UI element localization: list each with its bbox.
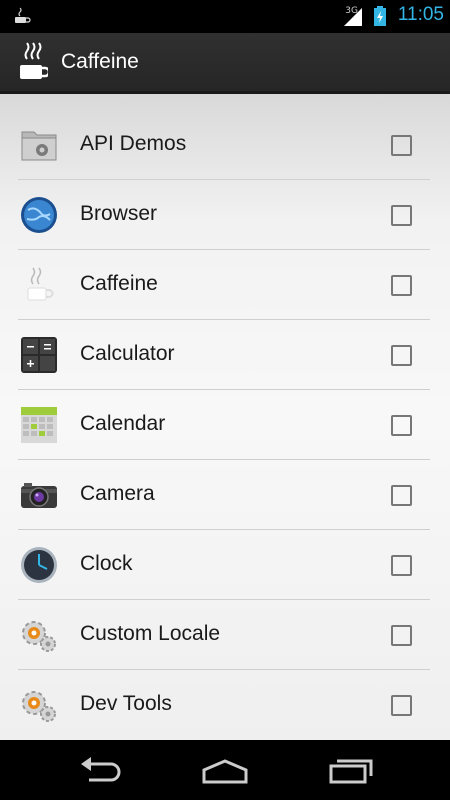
- status-bar: 3G 11:05: [0, 0, 450, 33]
- app-label: Calendar: [80, 412, 166, 435]
- app-checkbox[interactable]: [391, 345, 412, 366]
- battery-icon: [374, 6, 386, 26]
- app-label: Custom Locale: [80, 622, 221, 645]
- app-checkbox[interactable]: [391, 555, 412, 576]
- coffee-cup-icon: [20, 42, 48, 79]
- app-checkbox[interactable]: [391, 275, 412, 296]
- home-icon[interactable]: [200, 754, 250, 786]
- app-label: Dev Tools: [80, 692, 172, 715]
- list-item[interactable]: Calculator: [18, 320, 430, 390]
- app-label: Camera: [80, 482, 155, 505]
- list-item[interactable]: Custom Locale: [18, 600, 430, 670]
- recents-icon[interactable]: [327, 754, 377, 786]
- app-label: API Demos: [80, 132, 187, 155]
- gear-icon: [22, 621, 56, 652]
- app-checkbox[interactable]: [391, 485, 412, 506]
- app-label: Browser: [80, 202, 158, 225]
- folder-gear-icon: [21, 131, 57, 161]
- list-item[interactable]: API Demos: [18, 110, 430, 180]
- app-label: Calculator: [80, 342, 175, 365]
- app-checkbox[interactable]: [391, 625, 412, 646]
- coffee-cup-icon: [15, 7, 31, 23]
- list-item[interactable]: Browser: [18, 180, 430, 250]
- gear-icon: [22, 691, 56, 722]
- app-title: Caffeine: [61, 50, 139, 73]
- action-bar: Caffeine: [0, 33, 450, 94]
- calendar-icon: [21, 407, 57, 443]
- coffee-cup-icon: [27, 267, 54, 301]
- signal-icon: [344, 8, 362, 26]
- calculator-icon: [21, 337, 57, 373]
- app-checkbox[interactable]: [391, 695, 412, 716]
- app-checkbox[interactable]: [391, 135, 412, 156]
- app-checkbox[interactable]: [391, 415, 412, 436]
- back-icon[interactable]: [75, 754, 125, 786]
- list-item[interactable]: Calendar: [18, 390, 430, 460]
- camera-icon: [21, 483, 57, 508]
- clock-time: 11:05: [397, 4, 444, 25]
- app-list[interactable]: API Demos Browser Caffeine Calculator Ca…: [0, 94, 450, 740]
- app-label: Clock: [80, 552, 133, 575]
- app-checkbox[interactable]: [391, 205, 412, 226]
- globe-icon: [21, 197, 57, 233]
- app-label: Caffeine: [80, 272, 158, 295]
- list-item[interactable]: Dev Tools: [18, 670, 430, 739]
- list-item[interactable]: Clock: [18, 530, 430, 600]
- list-item[interactable]: Caffeine: [18, 250, 430, 320]
- navigation-bar: [0, 740, 450, 800]
- clock-icon: [21, 547, 57, 583]
- list-item[interactable]: Camera: [18, 460, 430, 530]
